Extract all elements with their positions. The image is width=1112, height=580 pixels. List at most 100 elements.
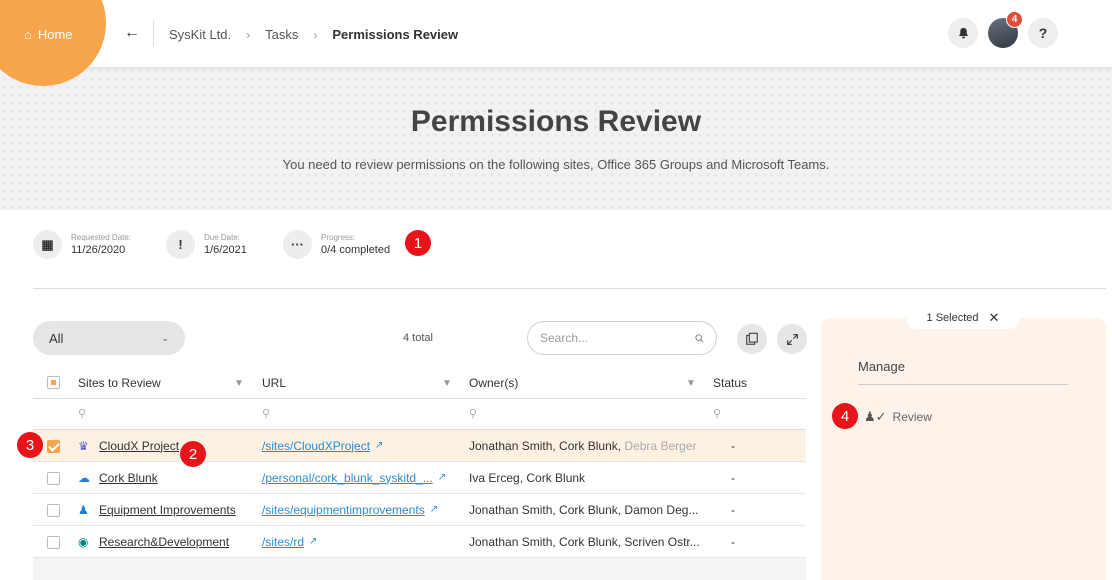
external-link-icon[interactable]: ↗ xyxy=(375,440,383,451)
step-marker-2: 2 xyxy=(180,441,206,467)
url-link[interactable]: /sites/CloudXProject xyxy=(262,439,370,453)
url-link[interactable]: /sites/equipmentimprovements xyxy=(262,503,425,517)
requested-date-info: ▦ Requested Date: 11/26/2020 xyxy=(33,230,131,259)
site-link[interactable]: Equipment Improvements xyxy=(99,503,236,517)
url-link[interactable]: /personal/cork_blunk_syskitd_... xyxy=(262,471,433,485)
expand-button[interactable] xyxy=(777,324,807,354)
requested-date-value: 11/26/2020 xyxy=(71,244,126,256)
column-search-row: ⚲ ⚲ ⚲ ⚲ xyxy=(33,399,806,430)
column-header-sites[interactable]: Sites to Review xyxy=(78,368,161,398)
onedrive-icon: ☁ xyxy=(78,470,90,485)
chevron-down-icon: ⌄ xyxy=(161,332,169,343)
search-icon[interactable]: ⚲ xyxy=(469,407,477,420)
step-marker-4: 4 xyxy=(832,403,858,429)
site-link[interactable]: CloudX Project xyxy=(99,439,179,453)
filter-icon[interactable]: ▼ xyxy=(234,378,244,389)
notifications-bell-icon[interactable] xyxy=(948,18,978,48)
export-icon xyxy=(746,332,758,345)
url-link[interactable]: /sites/rd xyxy=(262,535,304,549)
select-all-checkbox[interactable] xyxy=(47,376,60,389)
due-date-label: Due Date: xyxy=(204,233,241,242)
group-icon: ♟ xyxy=(78,502,89,517)
progress-label: Progress: xyxy=(321,233,356,242)
manage-divider xyxy=(858,384,1068,385)
notification-badge: 4 xyxy=(1006,11,1023,28)
help-button[interactable]: ? xyxy=(1028,18,1058,48)
search-input[interactable] xyxy=(540,331,695,345)
breadcrumb-syskit[interactable]: SysKit Ltd. xyxy=(169,27,231,42)
hero-banner: Permissions Review You need to review pe… xyxy=(0,67,1112,210)
manage-title: Manage xyxy=(858,359,905,374)
search-icon[interactable]: ⚲ xyxy=(78,407,86,420)
table-header: Sites to Review ▼ URL ▼ Owner(s) ▼ Statu… xyxy=(33,368,806,399)
search-icon[interactable] xyxy=(695,331,704,346)
status-text: - xyxy=(731,470,735,485)
progress-info: ··· Progress: 0/4 completed xyxy=(283,230,390,259)
progress-value: 0/4 completed xyxy=(321,244,391,256)
owners-text: Jonathan Smith, Cork Blunk, xyxy=(469,438,622,453)
user-check-icon: ♟✓ xyxy=(864,409,887,424)
status-text: - xyxy=(731,438,735,453)
row-checkbox[interactable] xyxy=(47,440,60,453)
external-link-icon[interactable]: ↗ xyxy=(309,536,317,547)
due-date-value: 1/6/2021 xyxy=(204,244,247,256)
row-checkbox[interactable] xyxy=(47,536,60,549)
selected-count-pill: 1 Selected ✕ xyxy=(906,307,1020,329)
review-label: Review xyxy=(892,410,932,424)
table-row[interactable]: ☁ Cork Blunk /personal/cork_blunk_syskit… xyxy=(33,462,806,494)
chevron-right-icon: › xyxy=(313,27,318,42)
exclamation-icon: ! xyxy=(166,230,195,259)
table-row[interactable]: ◉ Research&Development /sites/rd ↗ Jonat… xyxy=(33,526,806,558)
export-button[interactable] xyxy=(737,324,767,354)
total-count: 4 total xyxy=(403,332,433,344)
teams-icon: ♛ xyxy=(78,438,89,453)
top-bar xyxy=(0,0,1112,67)
column-header-status[interactable]: Status xyxy=(713,368,747,398)
step-marker-3: 3 xyxy=(17,432,43,458)
site-link[interactable]: Cork Blunk xyxy=(99,471,158,485)
close-icon[interactable]: ✕ xyxy=(989,310,1000,326)
home-label: Home xyxy=(37,27,73,42)
status-text: - xyxy=(731,502,735,517)
owners-extra-text: Debra Berger xyxy=(624,438,697,453)
page-title: Permissions Review xyxy=(410,105,702,138)
page-subtitle: You need to review permissions on the fo… xyxy=(282,157,830,172)
external-link-icon[interactable]: ↗ xyxy=(438,472,446,483)
section-divider xyxy=(33,288,1106,289)
owners-text: Jonathan Smith, Cork Blunk, Scriven Ostr… xyxy=(469,534,699,549)
requested-date-label: Requested Date: xyxy=(71,233,132,242)
table-row[interactable]: ♟ Equipment Improvements /sites/equipmen… xyxy=(33,494,806,526)
sites-table: Sites to Review ▼ URL ▼ Owner(s) ▼ Statu… xyxy=(33,368,806,580)
calendar-icon: ▦ xyxy=(33,230,62,259)
external-link-icon[interactable]: ↗ xyxy=(430,504,438,515)
owners-text: Jonathan Smith, Cork Blunk, Damon Deg... xyxy=(469,502,699,517)
breadcrumb-tasks[interactable]: Tasks xyxy=(265,27,298,42)
column-header-url[interactable]: URL xyxy=(262,368,286,398)
chevron-right-icon: › xyxy=(246,27,251,42)
row-checkbox[interactable] xyxy=(47,472,60,485)
filter-icon[interactable]: ▼ xyxy=(442,378,452,389)
column-header-owners[interactable]: Owner(s) xyxy=(469,368,518,398)
search-icon[interactable]: ⚲ xyxy=(262,407,270,420)
back-arrow-icon[interactable]: ← xyxy=(124,24,140,42)
table-row[interactable]: ♛ CloudX Project /sites/CloudXProject ↗ … xyxy=(33,430,806,462)
home-link[interactable]: ⌂ Home xyxy=(24,27,73,42)
sharepoint-icon: ◉ xyxy=(78,534,89,549)
step-marker-1: 1 xyxy=(405,230,431,256)
row-checkbox[interactable] xyxy=(47,504,60,517)
owners-text: Iva Erceg, Cork Blunk xyxy=(469,470,586,485)
manage-panel xyxy=(821,318,1106,580)
filter-dropdown[interactable]: All ⌄ xyxy=(33,321,185,355)
site-link[interactable]: Research&Development xyxy=(99,535,229,549)
filter-icon[interactable]: ▼ xyxy=(686,378,696,389)
review-action[interactable]: ♟✓ Review xyxy=(864,409,932,425)
breadcrumb: SysKit Ltd. › Tasks › Permissions Review xyxy=(169,27,458,42)
status-text: - xyxy=(731,534,735,549)
divider xyxy=(153,20,154,46)
search-icon[interactable]: ⚲ xyxy=(713,407,721,420)
ellipsis-icon: ··· xyxy=(283,230,312,259)
filter-value: All xyxy=(49,330,64,346)
home-icon: ⌂ xyxy=(24,27,32,42)
selected-count: 1 Selected xyxy=(926,312,979,324)
expand-icon xyxy=(786,333,798,345)
